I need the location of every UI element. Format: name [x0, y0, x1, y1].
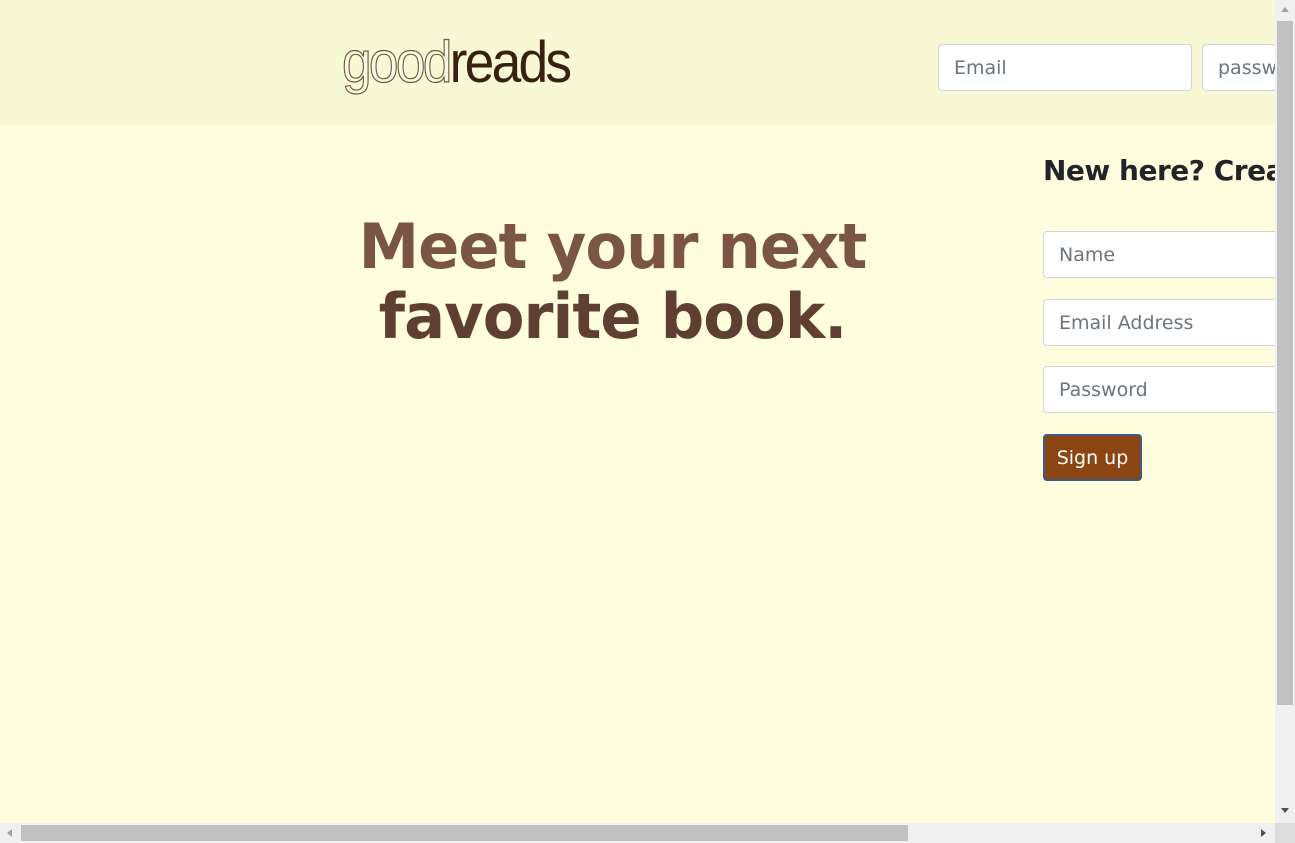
- logo-good-text: good: [341, 29, 453, 95]
- page-viewport: goodreads Meet your next favorite book. …: [0, 0, 1275, 823]
- signup-heading: New here? Create a free account!: [1043, 154, 1275, 187]
- triangle-left-icon[interactable]: [7, 829, 12, 837]
- sign-up-button[interactable]: Sign up: [1043, 434, 1142, 481]
- triangle-down-icon[interactable]: [1281, 808, 1289, 813]
- password-field[interactable]: [1043, 366, 1275, 413]
- horizontal-scrollbar[interactable]: [0, 823, 1275, 843]
- site-header: goodreads: [0, 0, 1275, 125]
- logo-reads-text: reads: [449, 30, 572, 95]
- horizontal-scroll-thumb[interactable]: [21, 825, 908, 841]
- goodreads-logo[interactable]: goodreads: [341, 28, 572, 98]
- scrollbar-corner: [1275, 823, 1295, 843]
- triangle-up-icon[interactable]: [1281, 7, 1289, 12]
- name-field[interactable]: [1043, 231, 1275, 278]
- hero-line-2: favorite book.: [378, 280, 848, 353]
- hero-headline: Meet your next favorite book.: [336, 212, 890, 352]
- email-address-field[interactable]: [1043, 299, 1275, 346]
- triangle-right-icon[interactable]: [1261, 829, 1266, 837]
- vertical-scroll-thumb[interactable]: [1277, 21, 1293, 705]
- signin-email-input[interactable]: [938, 44, 1192, 91]
- hero-line-1: Meet your next: [358, 210, 868, 283]
- vertical-scrollbar[interactable]: [1275, 0, 1295, 823]
- signin-password-input[interactable]: [1202, 44, 1275, 91]
